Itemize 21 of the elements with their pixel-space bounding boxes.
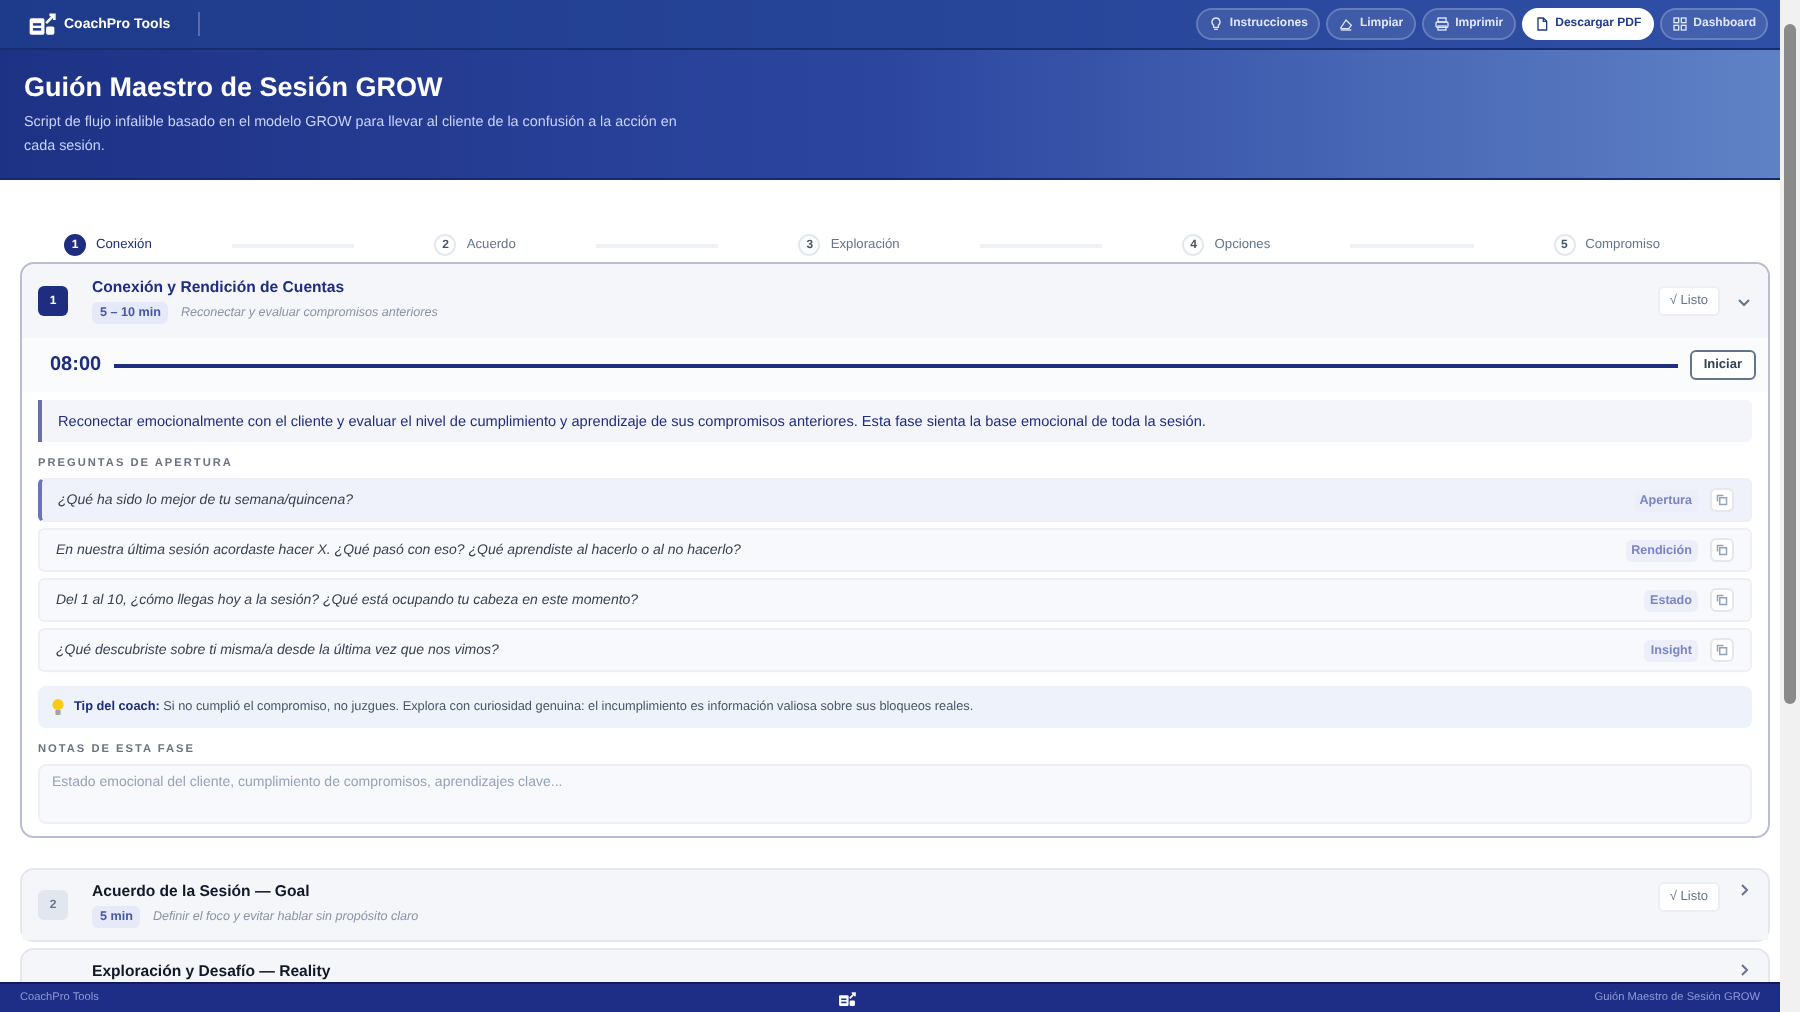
chevron-down-icon: [1736, 293, 1752, 309]
lightbulb-icon: [1207, 16, 1224, 32]
file-icon: [1533, 16, 1550, 32]
copy-button[interactable]: [1710, 588, 1734, 612]
logo-icon: [28, 10, 56, 38]
logo-icon: [837, 989, 856, 1007]
copy-button[interactable]: [1710, 538, 1734, 562]
chevron-right-icon: [1736, 962, 1752, 978]
grid-icon: [1671, 16, 1688, 32]
lightbulb-icon: [50, 698, 66, 716]
copy-button[interactable]: [1710, 488, 1734, 512]
printer-icon: [1433, 16, 1450, 32]
copy-icon: [1716, 644, 1728, 656]
chevron-right-icon: [1736, 882, 1752, 898]
eraser-icon: [1337, 16, 1354, 32]
copy-icon: [1716, 494, 1728, 506]
timer-text: 08:00: [50, 354, 102, 376]
page-title: Guión Maestro de Sesión GROW: [24, 72, 445, 102]
copy-icon: [1716, 544, 1728, 556]
copy-icon: [1716, 594, 1728, 606]
copy-button[interactable]: [1710, 638, 1734, 662]
